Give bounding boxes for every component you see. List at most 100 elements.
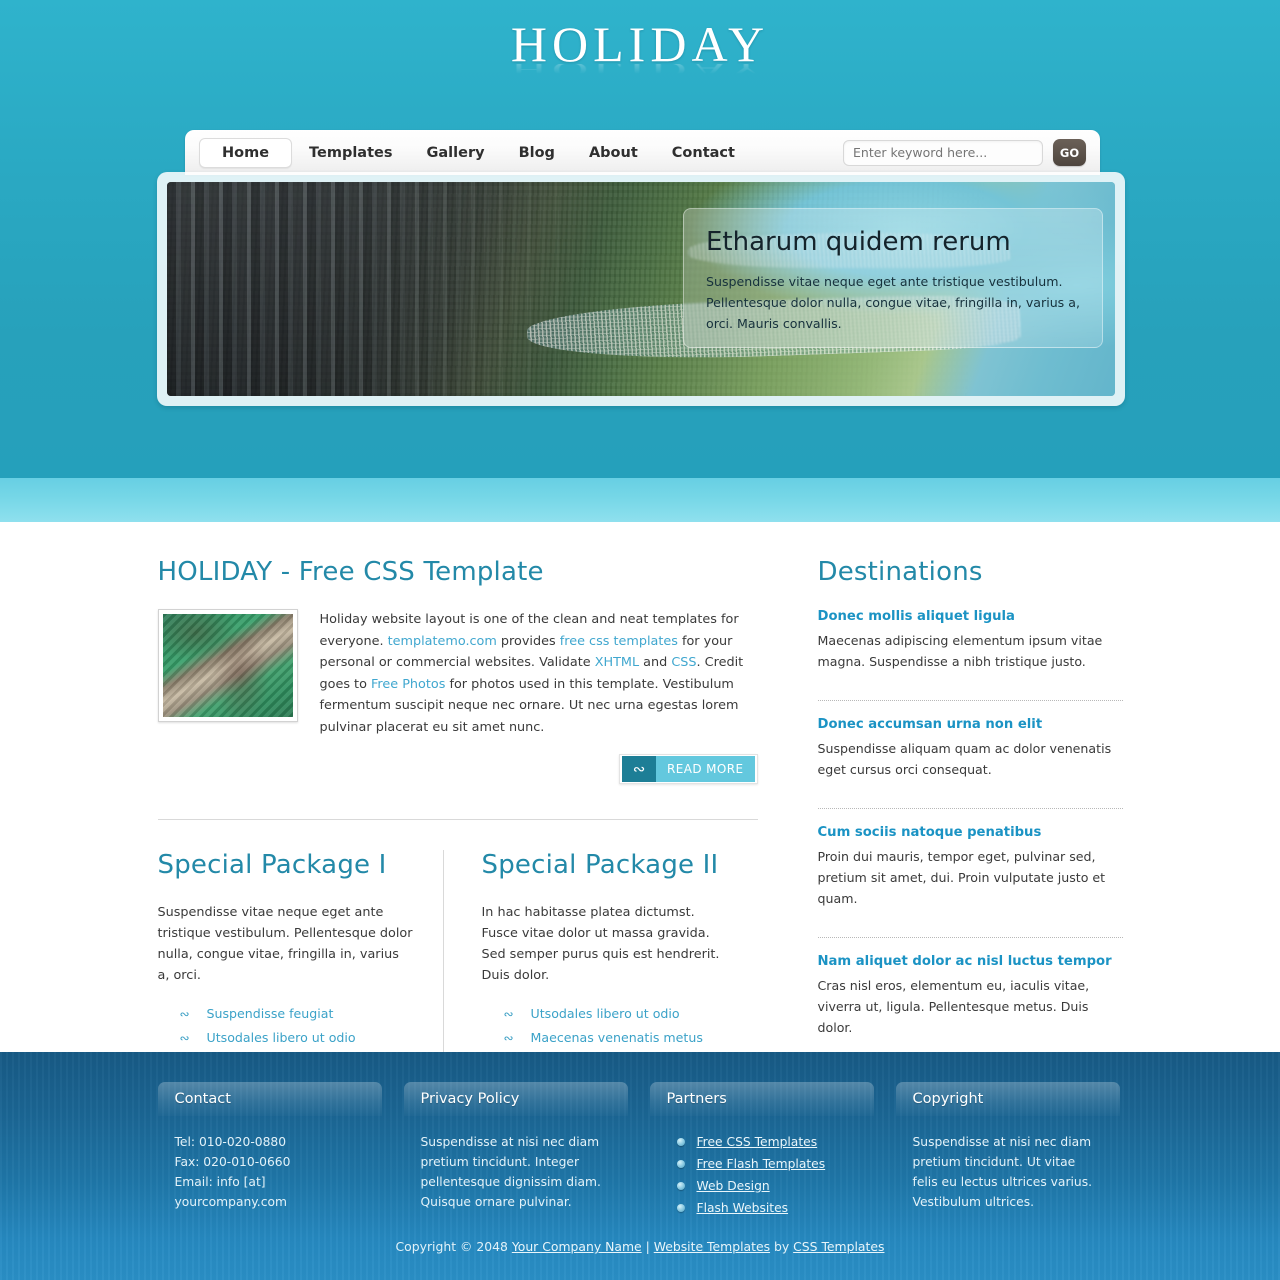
footer-privacy-title: Privacy Policy <box>403 1082 628 1116</box>
package-two-text: In hac habitasse platea dictumst. Fusce … <box>481 905 720 983</box>
link-free-photos[interactable]: Free Photos <box>371 677 445 692</box>
link-free-css-templates[interactable]: free css templates <box>560 634 678 649</box>
link-templatemo[interactable]: templatemo.com <box>388 634 497 649</box>
destination-item-1: Donec mollis aliquet ligula Maecenas adi… <box>818 609 1123 686</box>
footer-box-copyright: Copyright Suspendisse at nisi nec diam p… <box>895 1082 1120 1220</box>
main-menu-bar: Home Templates Gallery Blog About Contac… <box>185 130 1100 175</box>
footer-partner-link-4[interactable]: Flash Websites <box>697 1198 789 1218</box>
wave-icon: ∾ <box>621 756 656 782</box>
list-item[interactable]: ∾ Suspendisse feugiat <box>180 1004 413 1024</box>
destination-text-3: Proin dui mauris, tempor eget, pulvinar … <box>817 849 1106 906</box>
hero-slider: Etharum quidem rerum Suspendisse vitae n… <box>157 172 1125 406</box>
footer-partners-title: Partners <box>649 1082 874 1116</box>
read-more-row: ∾ READ MORE <box>158 754 758 784</box>
footer-partner-link-2[interactable]: Free Flash Templates <box>697 1154 826 1174</box>
hero-caption-text: Suspendisse vitae neque eget ante tristi… <box>706 274 1080 331</box>
list-item[interactable]: Web Design <box>676 1176 858 1196</box>
package-one: Special Package I Suspendisse vitae nequ… <box>158 850 443 1076</box>
bullet-dot-icon <box>676 1160 685 1168</box>
destination-title-4[interactable]: Nam aliquet dolor ac nisl luctus tempor <box>818 954 1123 969</box>
link-xhtml[interactable]: XHTML <box>595 655 639 670</box>
copyright-prefix: Copyright © 2048 <box>395 1239 512 1254</box>
sidebar-divider <box>817 808 1123 809</box>
destination-item-4: Nam aliquet dolor ac nisl luctus tempor … <box>818 954 1123 1052</box>
search-form: GO <box>843 139 1100 166</box>
nav-item-templates[interactable]: Templates <box>292 138 409 168</box>
nav-item-gallery[interactable]: Gallery <box>410 138 502 168</box>
hero-photo-cityscape <box>167 182 604 396</box>
list-item[interactable]: Free Flash Templates <box>676 1154 858 1174</box>
intro-section: Holiday website layout is one of the cle… <box>157 609 758 738</box>
list-item[interactable]: Flash Websites <box>676 1198 858 1218</box>
list-item[interactable]: ∾ Maecenas venenatis metus <box>504 1028 729 1048</box>
footer-contact-body: Tel: 010-020-0880 Fax: 020-010-0660 Emai… <box>158 1116 382 1212</box>
link-css[interactable]: CSS <box>671 655 696 670</box>
destination-text-4: Cras nisl eros, elementum eu, iaculis vi… <box>817 978 1090 1035</box>
sidebar-divider <box>817 700 1123 701</box>
primary-navigation: Home Templates Gallery Blog About Contac… <box>185 137 843 168</box>
destination-item-2: Donec accumsan urna non elit Suspendisse… <box>818 717 1123 794</box>
package-two-title: Special Package II <box>481 850 719 880</box>
package-two-link-2[interactable]: Maecenas venenatis metus <box>531 1028 703 1048</box>
package-two-link-1[interactable]: Utsodales libero ut odio <box>531 1004 680 1024</box>
search-go-button[interactable]: GO <box>1053 139 1086 166</box>
link-company-name[interactable]: Your Company Name <box>512 1239 642 1254</box>
list-item[interactable]: ∾ Utsodales libero ut odio <box>504 1004 729 1024</box>
nav-item-blog[interactable]: Blog <box>502 138 572 168</box>
content-divider <box>157 819 758 820</box>
nav-item-contact[interactable]: Contact <box>655 138 752 168</box>
sidebar: Destinations Donec mollis aliquet ligula… <box>817 557 1123 1127</box>
wave-bullet-icon: ∾ <box>179 1031 190 1045</box>
footer-partners-list: Free CSS Templates Free Flash Templates … <box>667 1132 858 1218</box>
page-title: HOLIDAY - Free CSS Template <box>157 557 544 587</box>
main-content: HOLIDAY - Free CSS Template Holiday webs… <box>0 522 1280 1126</box>
special-packages: Special Package I Suspendisse vitae nequ… <box>158 850 758 1076</box>
intro-thumbnail-image <box>162 614 293 717</box>
package-two: Special Package II In hac habitasse plat… <box>444 850 729 1076</box>
read-more-label: READ MORE <box>655 756 755 782</box>
copyright-by: by <box>770 1239 794 1254</box>
footer-box-partners: Partners Free CSS Templates Free Flash T… <box>649 1082 874 1220</box>
package-one-link-1[interactable]: Suspendisse feugiat <box>207 1004 334 1024</box>
bullet-dot-icon <box>676 1204 685 1212</box>
destination-text-1: Maecenas adipiscing elementum ipsum vita… <box>817 633 1103 669</box>
hero-caption: Etharum quidem rerum Suspendisse vitae n… <box>683 208 1103 348</box>
package-one-link-2[interactable]: Utsodales libero ut odio <box>207 1028 356 1048</box>
footer-partners-body: Free CSS Templates Free Flash Templates … <box>650 1116 874 1218</box>
site-footer: Contact Tel: 010-020-0880 Fax: 020-010-0… <box>0 1052 1280 1280</box>
footer-contact-fax: Fax: 020-010-0660 <box>174 1155 291 1169</box>
intro-thumbnail <box>157 609 298 722</box>
list-item[interactable]: Free CSS Templates <box>676 1132 858 1152</box>
footer-partner-link-3[interactable]: Web Design <box>697 1176 770 1196</box>
destination-title-1[interactable]: Donec mollis aliquet ligula <box>818 609 1123 624</box>
read-more-button[interactable]: ∾ READ MORE <box>618 754 758 784</box>
intro-text-part-2: provides <box>496 633 560 649</box>
hero-image: Etharum quidem rerum Suspendisse vitae n… <box>167 182 1115 396</box>
logo-reflection: HOLIDAY <box>0 64 1280 74</box>
logo[interactable]: HOLIDAY HOLIDAY <box>0 16 1280 98</box>
decorative-cyan-band <box>0 478 1280 522</box>
destination-title-3[interactable]: Cum sociis natoque penatibus <box>818 825 1123 840</box>
footer-partner-link-1[interactable]: Free CSS Templates <box>697 1132 818 1152</box>
hero-caption-title: Etharum quidem rerum <box>706 227 1011 257</box>
nav-item-home[interactable]: Home <box>199 137 293 168</box>
search-input[interactable] <box>843 139 1043 166</box>
destination-item-3: Cum sociis natoque penatibus Proin dui m… <box>818 825 1123 923</box>
nav-item-about[interactable]: About <box>572 138 655 168</box>
wave-bullet-icon: ∾ <box>179 1007 190 1021</box>
footer-columns: Contact Tel: 010-020-0880 Fax: 020-010-0… <box>157 1052 1123 1220</box>
destination-title-2[interactable]: Donec accumsan urna non elit <box>818 717 1123 732</box>
link-css-templates[interactable]: CSS Templates <box>793 1239 884 1254</box>
wave-bullet-icon: ∾ <box>503 1031 514 1045</box>
copyright-separator: | <box>641 1239 654 1254</box>
list-item[interactable]: ∾ Utsodales libero ut odio <box>180 1028 413 1048</box>
footer-copyright-title: Copyright <box>895 1082 1120 1116</box>
bullet-dot-icon <box>676 1138 685 1146</box>
package-one-title: Special Package I <box>157 850 387 880</box>
link-website-templates[interactable]: Website Templates <box>654 1239 770 1254</box>
footer-bottom-bar: Copyright © 2048 Your Company Name | Web… <box>0 1239 1280 1254</box>
sidebar-heading: Destinations <box>817 557 983 587</box>
intro-paragraph: Holiday website layout is one of the cle… <box>320 609 758 738</box>
footer-contact-tel: Tel: 010-020-0880 <box>174 1135 287 1149</box>
site-header: HOLIDAY HOLIDAY Home Templates Gallery B… <box>0 0 1280 478</box>
